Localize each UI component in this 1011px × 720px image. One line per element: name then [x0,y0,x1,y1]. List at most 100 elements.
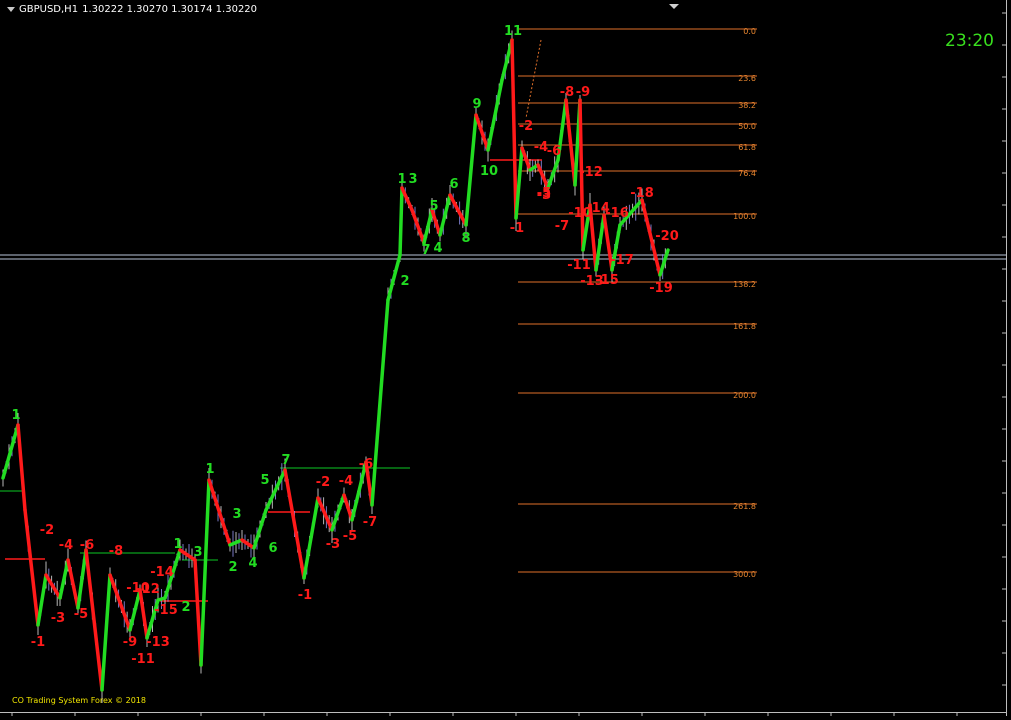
wave-label-down: -5 [74,607,88,622]
wave-label-up: 1 [397,172,406,187]
wave-label-up: 1 [205,462,214,477]
wave-label-down: -4 [59,538,73,553]
wave-label-down: -1 [31,635,45,650]
wave-segment [464,113,478,227]
wave-label-up: 4 [248,556,257,571]
wave-segment [16,423,27,512]
wave-segment [36,573,48,627]
wave-segment [44,573,62,600]
wave-label-up: 2 [228,560,237,575]
wave-label-down: -8 [109,544,123,559]
wave-label-up: 7 [421,243,430,258]
wave-label-down: -3 [51,611,65,626]
wave-label-down: -6 [80,538,94,553]
wave-label-up: 10 [480,164,498,179]
wave-label-up: 5 [260,473,269,488]
wave-label-down: -1 [510,221,524,236]
wave-segment [84,548,104,692]
wave-segment [100,573,112,692]
wave-segment [302,496,320,580]
wave-label-up: 5 [429,199,438,214]
wave-segment [199,478,211,667]
wave-label-down: -6 [547,144,561,159]
wave-label-down: -11 [567,258,591,273]
wave-label-down: -7 [555,219,569,234]
wave-label-up: 4 [433,241,442,256]
wave-segment [330,493,346,532]
wave-segment [400,186,414,212]
wave-segment [564,98,577,187]
wave-label-down: -15 [154,603,178,618]
fib-level-label: 300.0 [733,570,756,579]
fib-level-label: 261.8 [733,502,756,511]
price-scale[interactable] [1006,0,1011,716]
wave-label-down: -17 [610,253,634,268]
wave-label-down: -20 [655,229,679,244]
wave-label-up: 6 [449,177,458,192]
wave-label-down: -11 [131,652,155,667]
shift-marker-icon[interactable] [669,4,679,9]
fib-anchor-line [525,39,542,119]
wave-label-down: -13 [146,635,170,650]
wave-label-down: -2 [316,475,330,490]
wave-segment [58,558,70,600]
wave-segment [252,508,268,550]
wave-label-down: -9 [123,635,137,650]
wave-label-up: 8 [461,231,470,246]
wave-label-down: -1 [298,588,312,603]
wave-label-up: 6 [268,541,277,556]
fib-level-label: 0.0 [743,27,756,36]
wave-label-up: 11 [504,24,522,39]
ohlc-values: 1.30222 1.30270 1.30174 1.30220 [82,4,258,15]
wave-label-down: -2 [40,523,54,538]
wave-segment [228,538,244,547]
wave-label-down: -19 [649,281,673,296]
chart-window[interactable]: 0.0 23.6 38.2 50.0 61.8 76.4 100.0 138.2 161.8 20… [0,0,1011,716]
wave-label-down: -8 [560,85,574,100]
wave-segment [438,193,452,237]
wave-label-down: -5 [343,529,357,544]
wave-segment [386,253,402,302]
fib-level-label: 200.0 [733,391,756,400]
fib-level-label: 38.2 [738,101,756,110]
price-chart[interactable]: 0.0 23.6 38.2 50.0 61.8 76.4 100.0 138.2 161.8 20… [0,0,1011,716]
wave-label-down: -12 [579,165,603,180]
wave-segment [316,496,334,532]
time-axis[interactable] [0,712,1006,713]
wave-label-down: -18 [630,186,654,201]
wave-label-down: -9 [576,85,590,100]
wave-label-down: -6 [359,457,373,472]
wave-label-down: -2 [519,119,533,134]
wave-segment [138,588,149,640]
fib-level-label: 138.2 [733,280,756,289]
wave-label-down: -7 [363,515,377,530]
wave-label-down: -15 [595,273,619,288]
fib-level-label: 161.8 [733,322,756,331]
copyright-text: CO Trading System Forex © 2018 [12,696,146,705]
wave-label-down: -5 [537,186,551,201]
wave-segment [536,163,550,190]
wave-label-up: 2 [400,274,409,289]
wave-label-up: 3 [232,507,241,522]
wave-segment [510,38,518,220]
wave-segment [520,146,532,172]
fib-level-label: 100.0 [733,212,756,221]
candle-timer: 23:20 [945,31,994,51]
wave-segment [546,158,560,190]
fib-level-label: 23.6 [738,74,756,83]
chevron-down-icon[interactable] [7,7,15,12]
wave-label-up: 7 [281,453,290,468]
fib-level-label: 61.8 [738,143,756,152]
wave-label-up: 2 [181,600,190,615]
wave-segment [448,193,468,227]
wave-segment [398,186,404,257]
wave-label-up: 9 [472,97,481,112]
wave-label-up: 1 [11,408,20,423]
wave-segment [486,78,504,152]
wave-segment [283,468,306,580]
wave-label-down: -14 [150,565,174,580]
wave-segment [410,208,426,245]
wave-segment [370,298,390,507]
wave-segment [658,248,670,277]
symbol-label: GBPUSD,H1 [19,4,79,15]
